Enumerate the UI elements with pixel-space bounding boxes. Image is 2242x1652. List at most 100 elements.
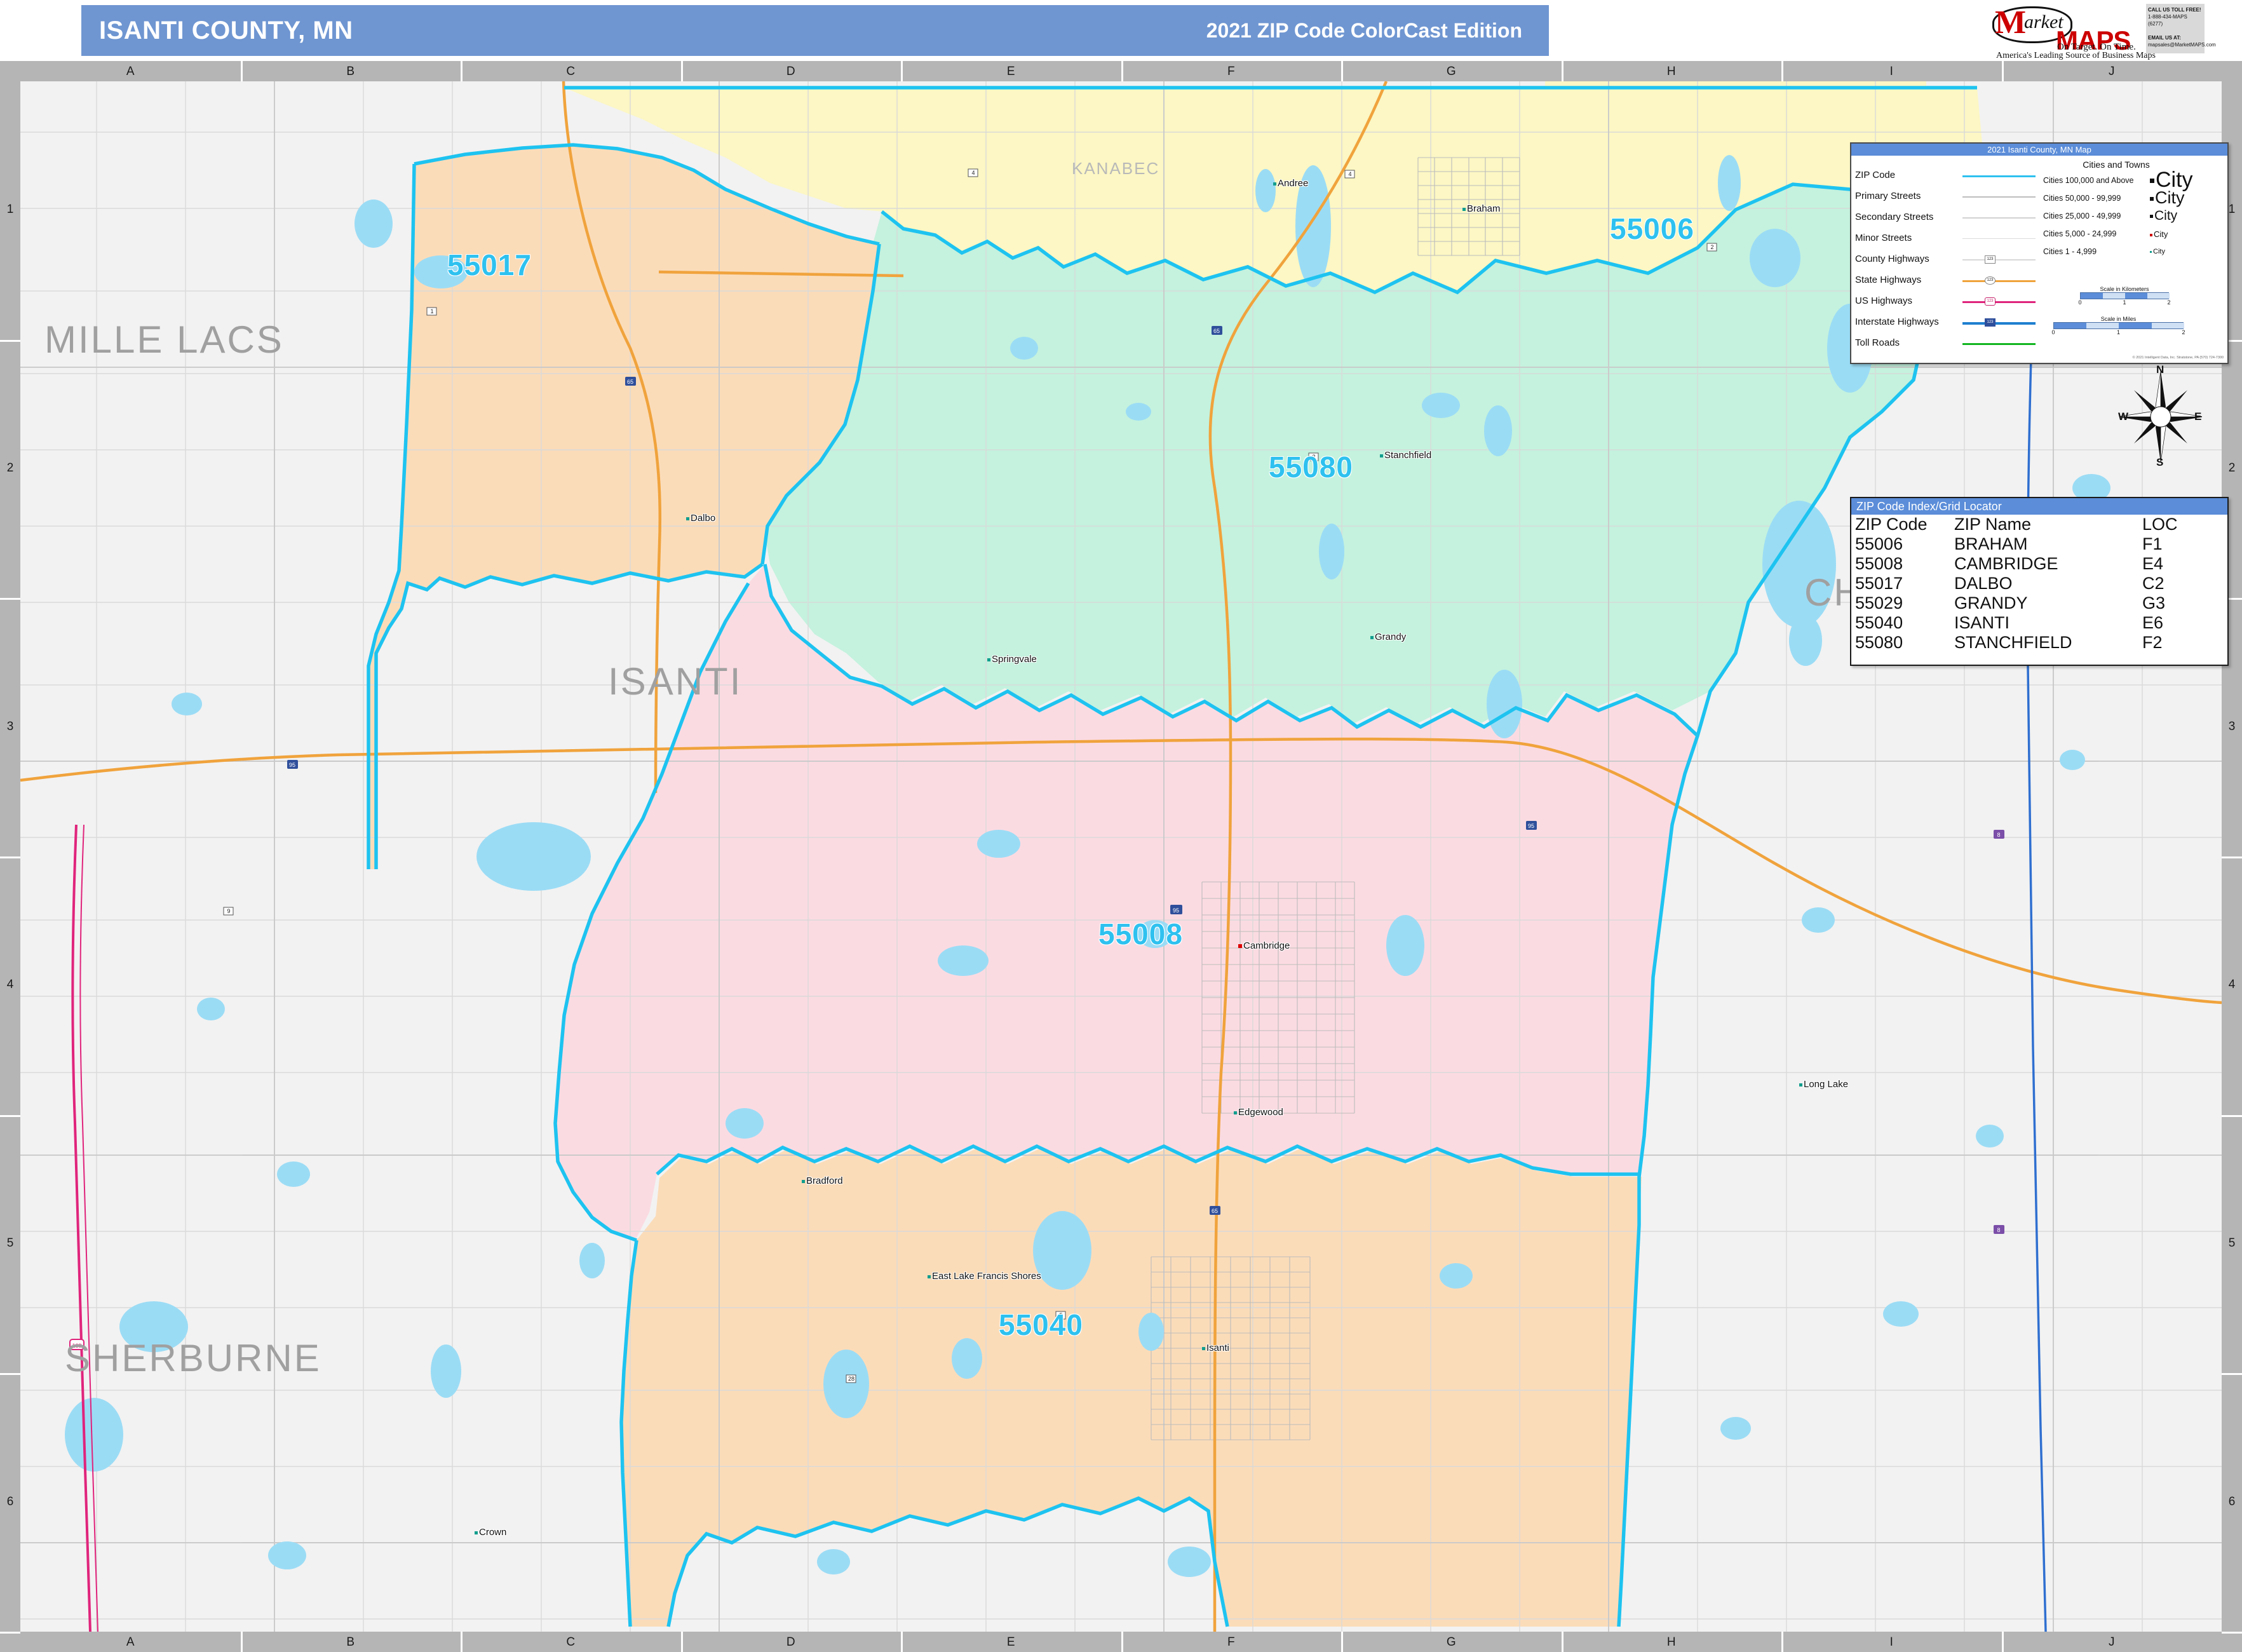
scale-km-ticks: 012	[2080, 299, 2169, 306]
grid-tick	[2222, 1373, 2242, 1375]
scale-kilometers: Scale in Kilometers 012	[2080, 286, 2169, 306]
table-cell: E6	[2138, 613, 2227, 633]
table-row[interactable]: 55008CAMBRIDGEE4	[1851, 554, 2227, 574]
table-cell: CAMBRIDGE	[1950, 554, 2138, 574]
grid-col-d: D	[681, 1635, 902, 1649]
table-row[interactable]: 55080STANCHFIELDF2	[1851, 633, 2227, 653]
table-header-row: ZIP CodeZIP NameLOC	[1851, 515, 2227, 534]
city-dot-icon	[475, 1531, 478, 1534]
scale-mi-ticks: 012	[2053, 329, 2184, 336]
compass-south-label: S	[2156, 456, 2163, 469]
grid-row-5: 5	[0, 1236, 20, 1250]
city-marker-grandy[interactable]: Grandy	[1370, 632, 1406, 642]
zip-index-title: ZIP Code Index/Grid Locator	[1851, 498, 2227, 515]
svg-text:95: 95	[289, 762, 295, 768]
scale-tick: 1	[2123, 299, 2126, 306]
city-dot-icon	[1380, 454, 1383, 457]
city-marker-cambridge[interactable]: Cambridge	[1238, 940, 1290, 951]
zip-label-55080[interactable]: 55080	[1269, 450, 1353, 484]
logo-contact-block: CALL US TOLL FREE! 1-888-434-MAPS (6277)…	[2146, 4, 2205, 53]
page-title: ISANTI COUNTY, MN	[99, 17, 353, 45]
city-dot-icon	[1273, 182, 1276, 186]
zip-label-55008[interactable]: 55008	[1098, 917, 1183, 951]
table-row[interactable]: 55040ISANTIE6	[1851, 613, 2227, 633]
table-row[interactable]: 55006BRAHAMF1	[1851, 534, 2227, 554]
logo-letter-m: M	[1995, 4, 2026, 41]
grid-tick	[0, 1115, 20, 1117]
city-label: Grandy	[1375, 632, 1406, 642]
grid-row-6: 6	[2222, 1495, 2242, 1509]
grid-col-h: H	[1562, 65, 1782, 79]
table-row[interactable]: 55017DALBOC2	[1851, 574, 2227, 593]
svg-text:4: 4	[971, 170, 975, 176]
grid-col-g: G	[1341, 1635, 1562, 1649]
grid-row-3: 3	[2222, 720, 2242, 734]
city-marker-isanti[interactable]: Isanti	[1202, 1343, 1229, 1353]
city-dot-icon	[802, 1180, 805, 1183]
grid-row-2: 2	[0, 461, 20, 475]
city-marker-andree[interactable]: Andree	[1273, 178, 1308, 189]
legend-label-interstate-highways: Interstate Highways	[1855, 316, 1939, 327]
scale-mi-bar	[2053, 322, 2184, 329]
legend-label-primary-streets: Primary Streets	[1855, 191, 1921, 201]
city-label: East Lake Francis Shores	[932, 1271, 1041, 1282]
table-cell: G3	[2138, 593, 2227, 613]
grid-row-4: 4	[2222, 978, 2242, 992]
city-marker-dalbo[interactable]: Dalbo	[686, 513, 715, 524]
grid-row-4: 4	[0, 978, 20, 992]
legend-label-secondary-streets: Secondary Streets	[1855, 212, 1933, 222]
legend-city-tier-label: Cities 25,000 - 49,999	[2043, 212, 2121, 220]
legend-credit: © 2021 Intelligent Data, Inc. Stratstone…	[2133, 356, 2224, 360]
table-cell: E4	[2138, 554, 2227, 574]
scale-km-caption: Scale in Kilometers	[2080, 286, 2169, 292]
grid-col-e: E	[901, 65, 1121, 79]
city-dot-icon	[2150, 251, 2152, 253]
city-label: Springvale	[992, 654, 1037, 665]
contact-call-label: CALL US TOLL FREE!	[2148, 7, 2201, 13]
table-cell: DALBO	[1950, 574, 2138, 593]
legend-city-sample: City	[2150, 208, 2177, 224]
zip-label-55006[interactable]: 55006	[1610, 212, 1694, 246]
city-marker-springvale[interactable]: Springvale	[987, 654, 1037, 665]
grid-tick	[0, 856, 20, 858]
page-header: ISANTI COUNTY, MN 2021 ZIP Code ColorCas…	[0, 0, 2242, 61]
city-marker-braham[interactable]: Braham	[1462, 203, 1501, 214]
compass-west-label: W	[2118, 410, 2128, 423]
city-dot-icon	[1234, 1111, 1237, 1114]
legend-city-sample: City	[2150, 229, 2168, 239]
city-marker-bradford[interactable]: Bradford	[802, 1175, 843, 1186]
marketmaps-logo[interactable]: M arket MAPS On Target. On Time. America…	[1995, 1, 2205, 60]
city-label: Long Lake	[1804, 1079, 1848, 1090]
contact-email-value: mapsales@MarketMAPS.com	[2148, 42, 2216, 48]
zip-label-55017[interactable]: 55017	[447, 248, 532, 282]
table-row[interactable]: 55029GRANDYG3	[1851, 593, 2227, 613]
scale-tick: 0	[2078, 299, 2081, 306]
city-marker-long-lake[interactable]: Long Lake	[1799, 1079, 1848, 1090]
table-cell: STANCHFIELD	[1950, 633, 2138, 653]
grid-ruler-top: ABCDEFGHIJ	[0, 61, 2242, 81]
grid-tick	[2222, 1115, 2242, 1117]
zip-label-55040[interactable]: 55040	[999, 1308, 1083, 1342]
grid-tick	[0, 1632, 20, 1634]
legend-swatch-county-highways	[1962, 259, 2036, 261]
city-dot-icon	[2150, 234, 2152, 236]
city-marker-stanchfield[interactable]: Stanchfield	[1380, 450, 1431, 461]
city-marker-edgewood[interactable]: Edgewood	[1234, 1107, 1283, 1118]
grid-col-a: A	[20, 65, 241, 79]
legend-city-tier-label: Cities 100,000 and Above	[2043, 176, 2133, 185]
table-cell: 55017	[1851, 574, 1950, 593]
header-banner: ISANTI COUNTY, MN 2021 ZIP Code ColorCas…	[81, 5, 1549, 56]
city-dot-icon	[2150, 179, 2154, 183]
compass-rose: N S E W	[2119, 365, 2202, 466]
city-marker-crown[interactable]: Crown	[475, 1527, 506, 1538]
legend-swatch-toll-roads	[1962, 343, 2036, 345]
city-label: Dalbo	[691, 513, 715, 524]
legend-city-tier-label: Cities 50,000 - 99,999	[2043, 194, 2121, 203]
grid-col-d: D	[681, 65, 902, 79]
legend-label-us-highways: US Highways	[1855, 295, 1912, 306]
table-cell: 55006	[1851, 534, 1950, 554]
table-body: 55006BRAHAMF155008CAMBRIDGEE455017DALBOC…	[1851, 534, 2227, 653]
legend-swatch-us-highways	[1962, 301, 2036, 303]
city-dot-icon	[1462, 208, 1466, 211]
city-marker-east-lake-francis-shores[interactable]: East Lake Francis Shores	[928, 1271, 1041, 1282]
